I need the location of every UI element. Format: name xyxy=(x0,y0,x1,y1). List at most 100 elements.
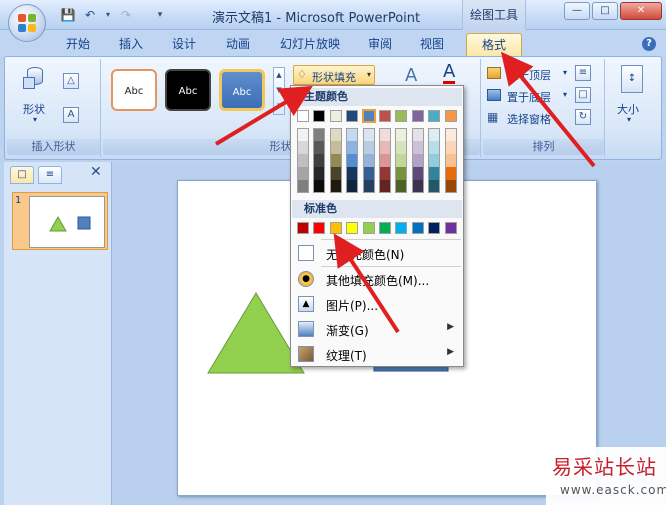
theme-color-swatch[interactable] xyxy=(411,110,424,122)
tab-design[interactable]: 设计 xyxy=(166,33,202,56)
shapes-gallery-icon[interactable] xyxy=(23,67,47,93)
theme-shade-swatch[interactable] xyxy=(329,141,342,154)
tab-review[interactable]: 审阅 xyxy=(362,33,398,56)
gallery-scroll[interactable]: ▲ ▼ ▾ xyxy=(273,67,285,115)
theme-color-swatch[interactable] xyxy=(313,110,326,122)
bring-to-front-button[interactable]: 置于顶层 ▾ xyxy=(487,65,569,83)
minimize-button[interactable]: — xyxy=(564,2,590,20)
office-button[interactable] xyxy=(8,4,46,42)
undo-icon[interactable]: ↶ xyxy=(82,7,98,23)
theme-shade-swatch[interactable] xyxy=(395,141,408,154)
theme-shade-swatch[interactable] xyxy=(444,167,457,180)
slide-thumbnail-selected[interactable]: 1 xyxy=(12,192,108,250)
standard-color-swatch[interactable] xyxy=(444,222,457,234)
slide-thumbnail[interactable] xyxy=(29,196,105,248)
theme-shade-swatch[interactable] xyxy=(411,141,424,154)
tab-animation[interactable]: 动画 xyxy=(220,33,256,56)
theme-color-swatch[interactable] xyxy=(329,110,342,122)
theme-shade-swatch[interactable] xyxy=(297,180,309,193)
more-fill-colors-item[interactable]: ● 其他填充颜色(M)... xyxy=(292,267,462,291)
standard-color-swatch[interactable] xyxy=(346,222,359,234)
theme-shade-swatch[interactable] xyxy=(395,154,408,167)
theme-shade-swatch[interactable] xyxy=(313,180,326,193)
theme-shade-swatch[interactable] xyxy=(428,180,441,193)
style-thumb-white[interactable]: Abc xyxy=(111,69,157,111)
align-icon[interactable]: ≡ xyxy=(575,65,591,81)
theme-shade-swatch[interactable] xyxy=(411,128,424,141)
shape-fill-button[interactable]: ♢ 形状填充 ▾ xyxy=(293,65,375,85)
theme-shade-swatch[interactable] xyxy=(346,180,359,193)
theme-shade-swatch[interactable] xyxy=(428,141,441,154)
customize-qat-icon[interactable]: ▾ xyxy=(152,7,168,23)
theme-shade-swatch[interactable] xyxy=(313,141,326,154)
dropdown-arrow-icon[interactable]: ▾ xyxy=(104,7,112,23)
theme-shade-swatch[interactable] xyxy=(444,141,457,154)
theme-shade-swatch[interactable] xyxy=(395,180,408,193)
edit-shape-icon[interactable]: △ xyxy=(63,73,79,89)
close-pane-icon[interactable]: ✕ xyxy=(90,164,102,180)
theme-color-swatch[interactable] xyxy=(361,109,376,123)
theme-shade-swatch[interactable] xyxy=(428,128,441,141)
theme-color-swatch[interactable] xyxy=(379,110,391,122)
standard-color-swatch[interactable] xyxy=(379,222,391,234)
size-icon[interactable]: ↕ xyxy=(621,65,643,93)
maximize-button[interactable]: □ xyxy=(592,2,618,20)
rotate-icon[interactable]: ↻ xyxy=(575,109,591,125)
gradient-item[interactable]: 渐变(G) ▶ xyxy=(292,317,462,341)
theme-shade-swatch[interactable] xyxy=(297,154,309,167)
theme-color-swatch[interactable] xyxy=(297,110,309,122)
style-thumb-blue[interactable]: Abc xyxy=(219,69,265,111)
theme-color-swatch[interactable] xyxy=(428,110,441,122)
tab-slideshow[interactable]: 幻灯片放映 xyxy=(274,33,346,56)
theme-shade-swatch[interactable] xyxy=(346,128,359,141)
standard-color-swatch[interactable] xyxy=(395,222,408,234)
save-icon[interactable]: 💾 xyxy=(60,7,76,23)
theme-shade-swatch[interactable] xyxy=(379,141,391,154)
theme-shade-swatch[interactable] xyxy=(329,128,342,141)
theme-shade-swatch[interactable] xyxy=(329,180,342,193)
theme-color-swatch[interactable] xyxy=(346,110,359,122)
theme-shade-swatch[interactable] xyxy=(428,154,441,167)
theme-shade-swatch[interactable] xyxy=(313,167,326,180)
theme-shade-swatch[interactable] xyxy=(444,180,457,193)
theme-shade-swatch[interactable] xyxy=(411,154,424,167)
group-icon[interactable]: □ xyxy=(575,87,591,103)
theme-shade-swatch[interactable] xyxy=(395,167,408,180)
shapes-dropdown-icon[interactable]: ▾ xyxy=(33,115,37,124)
theme-shade-swatch[interactable] xyxy=(379,128,391,141)
theme-shade-swatch[interactable] xyxy=(444,128,457,141)
send-to-back-button[interactable]: 置于底层 ▾ xyxy=(487,87,569,105)
tab-insert[interactable]: 插入 xyxy=(113,33,149,56)
style-thumb-black[interactable]: Abc xyxy=(165,69,211,111)
standard-color-swatch[interactable] xyxy=(411,222,424,234)
theme-shade-swatch[interactable] xyxy=(346,154,359,167)
text-fill-icon[interactable]: A xyxy=(405,65,417,86)
theme-shade-swatch[interactable] xyxy=(329,154,342,167)
size-dropdown-icon[interactable]: ▾ xyxy=(627,115,631,124)
theme-shade-swatch[interactable] xyxy=(379,180,391,193)
standard-color-swatch[interactable] xyxy=(329,222,342,234)
help-icon[interactable]: ? xyxy=(642,37,656,51)
tab-home[interactable]: 开始 xyxy=(60,33,96,56)
standard-color-swatch[interactable] xyxy=(362,222,375,234)
theme-color-swatch[interactable] xyxy=(395,110,408,122)
no-fill-item[interactable]: 无填充颜色(N) xyxy=(292,241,462,265)
theme-shade-swatch[interactable] xyxy=(362,180,375,193)
standard-color-swatch[interactable] xyxy=(313,222,326,234)
selection-pane-button[interactable]: ▦ 选择窗格 xyxy=(487,109,571,127)
theme-shade-swatch[interactable] xyxy=(362,128,375,141)
standard-color-swatch[interactable] xyxy=(428,222,441,234)
theme-shade-swatch[interactable] xyxy=(362,154,375,167)
theme-shade-swatch[interactable] xyxy=(329,167,342,180)
theme-shade-swatch[interactable] xyxy=(444,154,457,167)
theme-shade-swatch[interactable] xyxy=(313,128,326,141)
close-button[interactable]: ✕ xyxy=(620,2,662,20)
theme-shade-swatch[interactable] xyxy=(379,167,391,180)
theme-shade-swatch[interactable] xyxy=(411,180,424,193)
redo-icon[interactable]: ↷ xyxy=(118,7,134,23)
theme-shade-swatch[interactable] xyxy=(395,128,408,141)
theme-shade-swatch[interactable] xyxy=(362,167,375,180)
theme-shade-swatch[interactable] xyxy=(346,167,359,180)
theme-color-swatch[interactable] xyxy=(444,110,457,122)
outline-tab-icon[interactable]: ≡ xyxy=(38,166,62,184)
